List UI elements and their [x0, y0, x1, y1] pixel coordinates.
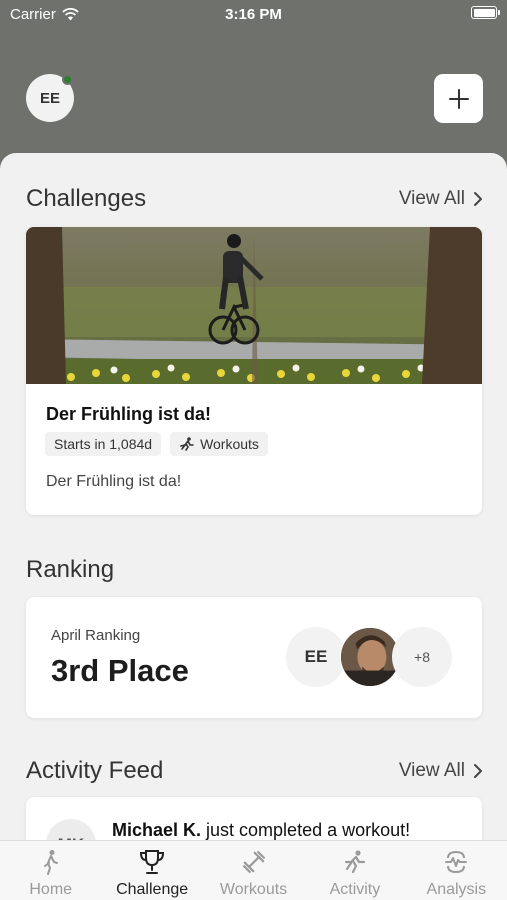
challenges-header: Challenges View All	[26, 185, 483, 213]
ranking-position: 3rd Place	[51, 653, 189, 688]
feed-user-name[interactable]: Michael K.	[112, 820, 201, 840]
status-bar: Carrier 3:16 PM	[0, 0, 507, 30]
tab-workouts[interactable]: Workouts	[203, 841, 304, 900]
tab-bar: Home Challenge Workouts Activity Analysi…	[0, 840, 507, 900]
participant-photo-avatar	[340, 627, 400, 687]
challenge-image	[26, 227, 482, 384]
start-date-tag: Starts in 1,084d	[45, 432, 162, 456]
analysis-icon	[443, 849, 469, 875]
add-button[interactable]	[434, 74, 483, 123]
chevron-right-icon	[474, 764, 482, 778]
dumbbell-icon	[241, 849, 267, 875]
running-person-icon	[342, 849, 368, 875]
participant-initials: EE	[304, 647, 328, 666]
activity-feed-view-all-label: View All	[398, 760, 465, 781]
workout-type-tag: Workouts	[170, 432, 268, 456]
more-participants-count: +8	[392, 627, 452, 687]
feed-item-text: Michael K. just completed a workout!	[112, 820, 410, 841]
participant-avatar: EE	[286, 627, 346, 687]
activity-feed-title: Activity Feed	[26, 757, 164, 784]
ranking-card[interactable]: April Ranking 3rd Place EE +8	[26, 597, 482, 718]
ranking-period-label: April Ranking	[51, 627, 141, 644]
tab-home[interactable]: Home	[0, 841, 101, 900]
tab-challenge[interactable]: Challenge	[101, 841, 202, 900]
activity-feed-view-all-link[interactable]: View All	[399, 760, 483, 782]
challenge-description: Der Frühling ist da!	[46, 473, 182, 490]
workout-type-label: Workouts	[200, 436, 259, 452]
ranking-header: Ranking	[26, 556, 483, 584]
challenges-title: Challenges	[26, 185, 147, 212]
tab-analysis-label: Analysis	[426, 881, 487, 898]
avatar-initials: EE	[39, 89, 60, 107]
tab-activity-label: Activity	[329, 881, 381, 898]
tab-challenge-label: Challenge	[116, 881, 189, 898]
participant-avatars[interactable]: EE +8	[286, 627, 452, 687]
top-bar: EE	[26, 74, 483, 124]
challenge-tags: Starts in 1,084d Workouts	[45, 432, 268, 456]
chevron-right-icon	[474, 192, 482, 206]
clock: 3:16 PM	[225, 6, 282, 23]
challenges-view-all-link[interactable]: View All	[399, 188, 483, 210]
battery-icon	[471, 6, 500, 19]
running-person-icon	[180, 437, 194, 451]
challenges-view-all-label: View All	[398, 188, 465, 209]
tab-home-label: Home	[29, 881, 73, 898]
challenge-card[interactable]: Der Frühling ist da! Starts in 1,084d Wo…	[26, 227, 482, 515]
tab-analysis[interactable]: Analysis	[406, 841, 507, 900]
tab-activity[interactable]: Activity	[304, 841, 405, 900]
feed-action-text: just completed a workout!	[201, 820, 411, 840]
online-status-dot	[62, 74, 73, 85]
participant-photo	[341, 628, 399, 686]
trophy-icon	[138, 849, 166, 875]
challenge-title: Der Frühling ist da!	[46, 404, 212, 424]
ranking-title: Ranking	[26, 556, 115, 583]
tab-workouts-label: Workouts	[219, 881, 288, 898]
walking-person-icon	[40, 849, 62, 875]
start-date-label: Starts in 1,084d	[54, 436, 153, 452]
content-sheet[interactable]: Challenges View All Der Frühling ist da!…	[0, 153, 507, 900]
plus-icon	[448, 88, 469, 109]
profile-avatar[interactable]: EE	[26, 74, 74, 122]
activity-feed-header: Activity Feed View All	[26, 757, 483, 785]
